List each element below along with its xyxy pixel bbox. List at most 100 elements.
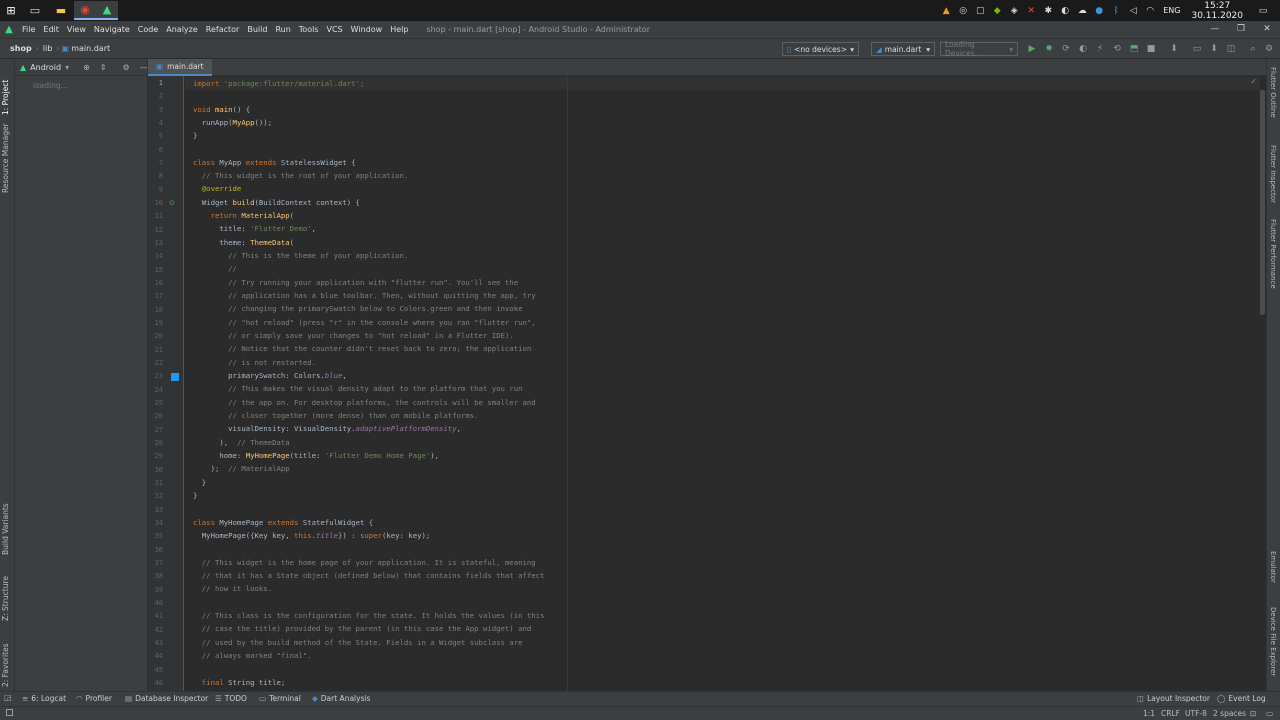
profile-icon[interactable]: ⚡ xyxy=(1093,42,1107,56)
discord-icon[interactable]: ◎ xyxy=(957,6,969,16)
run-icon[interactable]: ▶ xyxy=(1025,42,1039,56)
settings-icon[interactable]: ⚙ xyxy=(1262,42,1276,56)
tab-emulator[interactable]: Emulator xyxy=(1269,551,1277,595)
breadcrumb-file[interactable]: main.dart xyxy=(69,44,112,53)
caret-position[interactable]: 1:1 xyxy=(1143,709,1155,718)
tab-label: Database Inspector xyxy=(135,694,209,703)
debug-icon[interactable]: ✹ xyxy=(1042,42,1056,56)
loading-devices-selector[interactable]: Loading Devices... ▾ xyxy=(940,40,1018,58)
wifi-icon[interactable]: ◠ xyxy=(1144,6,1156,16)
menu-code[interactable]: Code xyxy=(134,25,162,34)
stop-icon[interactable]: ■ xyxy=(1144,42,1158,56)
editor-scrollbar[interactable] xyxy=(1260,90,1265,315)
tool-icon[interactable]: ✕ xyxy=(1025,6,1037,16)
color-swatch-icon[interactable] xyxy=(171,373,179,382)
tab-main-dart[interactable]: ▣ main.dart xyxy=(148,59,212,76)
windows-start-icon[interactable]: ⊞ xyxy=(0,1,22,20)
menu-file[interactable]: File xyxy=(18,25,39,34)
menu-vcs[interactable]: VCS xyxy=(323,25,347,34)
device-manager-icon[interactable]: ▭ xyxy=(1190,42,1204,56)
cloud-icon[interactable]: ☁ xyxy=(1076,6,1088,16)
file-explorer-icon[interactable]: ▬ xyxy=(48,1,74,20)
code-editor[interactable]: import 'package:flutter/material.dart'; … xyxy=(185,76,1260,691)
menu-build[interactable]: Build xyxy=(243,25,271,34)
notification-icon[interactable]: ▲ xyxy=(940,6,952,16)
breadcrumb-project[interactable]: shop xyxy=(8,44,34,53)
layout-inspector-icon[interactable]: ◫ xyxy=(1224,42,1238,56)
steam-icon[interactable]: ◐ xyxy=(1059,6,1071,16)
menu-navigate[interactable]: Navigate xyxy=(90,25,134,34)
run-config-label: main.dart xyxy=(884,44,922,54)
tab-dart-analysis[interactable]: ◆ Dart Analysis xyxy=(312,694,370,703)
tab-terminal[interactable]: ▭ Terminal xyxy=(259,694,301,703)
memory-indicator-icon[interactable]: ▭ xyxy=(1266,709,1273,718)
language-indicator[interactable]: ENG xyxy=(1163,6,1180,15)
override-marker-icon[interactable]: ⊙ xyxy=(169,199,175,207)
nvidia-icon[interactable]: ◆ xyxy=(991,6,1003,16)
menu-window[interactable]: Window xyxy=(347,25,387,34)
indent-setting[interactable]: 2 spaces xyxy=(1213,709,1246,718)
menu-analyze[interactable]: Analyze xyxy=(162,25,202,34)
tab-resource-manager[interactable]: Resource Manager xyxy=(1,121,10,193)
chevron-down-icon[interactable]: ▾ xyxy=(65,63,69,72)
minimize-icon[interactable]: — xyxy=(1202,21,1228,38)
inspection-ok-icon[interactable]: ✓ xyxy=(1250,77,1257,86)
tool-windows-toggle-icon[interactable]: ◲ xyxy=(4,693,12,702)
menu-tools[interactable]: Tools xyxy=(295,25,323,34)
tab-build-variants[interactable]: Build Variants xyxy=(1,495,10,555)
android-studio-taskbar-icon[interactable]: ▲ xyxy=(96,1,118,20)
globe-icon[interactable]: ● xyxy=(1093,6,1105,16)
globe-settings-icon[interactable]: ⊕ xyxy=(83,63,90,72)
gear-icon[interactable]: ⚙ xyxy=(123,63,130,72)
menu-edit[interactable]: Edit xyxy=(39,25,63,34)
volume-icon[interactable]: ◁ xyxy=(1127,6,1139,16)
sdk-manager-icon[interactable]: ⬇ xyxy=(1207,42,1221,56)
clock-date: 30.11.2020 xyxy=(1191,10,1243,21)
code-line: // or simply save your changes to "hot r… xyxy=(193,331,514,340)
tab-layout-inspector[interactable]: ◫ Layout Inspector xyxy=(1137,694,1210,703)
device-selector[interactable]: ▯ <no devices> ▾ xyxy=(782,42,859,56)
menu-view[interactable]: View xyxy=(63,25,90,34)
lock-icon[interactable]: ⊡ xyxy=(1250,709,1256,718)
network-app-icon[interactable]: ◈ xyxy=(1008,6,1020,16)
tab-favorites[interactable]: 2: Favorites xyxy=(1,631,10,687)
tab-flutter-inspector[interactable]: Flutter Inspector xyxy=(1269,145,1277,211)
desktop-icon[interactable]: ▭ xyxy=(22,1,48,20)
tab-database-inspector[interactable]: ▤ Database Inspector xyxy=(125,694,208,703)
antivirus-icon[interactable]: ✱ xyxy=(1042,6,1054,16)
line-number: 45 xyxy=(154,665,163,674)
tab-device-file-explorer[interactable]: Device File Explorer xyxy=(1269,607,1277,687)
run-config-selector[interactable]: ◢ main.dart ▾ xyxy=(871,42,935,56)
attach-debugger-icon[interactable]: ⟳ xyxy=(1059,42,1073,56)
tab-structure[interactable]: Z: Structure xyxy=(1,565,10,621)
tab-flutter-outline[interactable]: Flutter Outline xyxy=(1269,67,1277,137)
tab-project[interactable]: 1: Project xyxy=(1,65,10,115)
restore-icon[interactable]: ❐ xyxy=(1228,21,1254,38)
breadcrumb-folder[interactable]: lib xyxy=(41,44,55,53)
tab-todo[interactable]: ☰ TODO xyxy=(215,694,247,703)
tab-profiler[interactable]: ◠ Profiler xyxy=(76,694,112,703)
tab-logcat[interactable]: ≡ 6: Logcat xyxy=(22,694,66,703)
coverage-icon[interactable]: ◐ xyxy=(1076,42,1090,56)
sync-gradle-icon[interactable]: ⬇ xyxy=(1167,42,1181,56)
tab-flutter-performance[interactable]: Flutter Performance xyxy=(1269,219,1277,299)
bluetooth-icon[interactable]: ᛒ xyxy=(1110,6,1122,16)
chrome-icon[interactable]: ◉ xyxy=(74,1,96,20)
collapse-all-icon[interactable]: ⇕ xyxy=(100,63,107,72)
line-separator[interactable]: CRLF xyxy=(1161,709,1180,718)
action-center-icon[interactable]: ▭ xyxy=(1254,6,1272,16)
hide-panel-icon[interactable]: — xyxy=(140,63,148,72)
menu-help[interactable]: Help xyxy=(386,25,412,34)
system-clock[interactable]: 15:27 30.11.2020 xyxy=(1191,1,1243,21)
menu-run[interactable]: Run xyxy=(271,25,294,34)
status-icon[interactable] xyxy=(6,709,13,718)
search-icon[interactable]: ⌕ xyxy=(1246,42,1260,56)
hot-reload-icon[interactable]: ⟲ xyxy=(1110,42,1124,56)
apply-changes-icon[interactable]: ⬒ xyxy=(1127,42,1141,56)
file-encoding[interactable]: UTF-8 xyxy=(1185,709,1207,718)
app-tray-icon[interactable]: ▢ xyxy=(974,6,986,16)
close-icon[interactable]: ✕ xyxy=(1254,21,1280,38)
tab-event-log[interactable]: ◯ Event Log xyxy=(1217,694,1266,703)
project-view-selector[interactable]: Android xyxy=(30,63,61,72)
menu-refactor[interactable]: Refactor xyxy=(202,25,244,34)
